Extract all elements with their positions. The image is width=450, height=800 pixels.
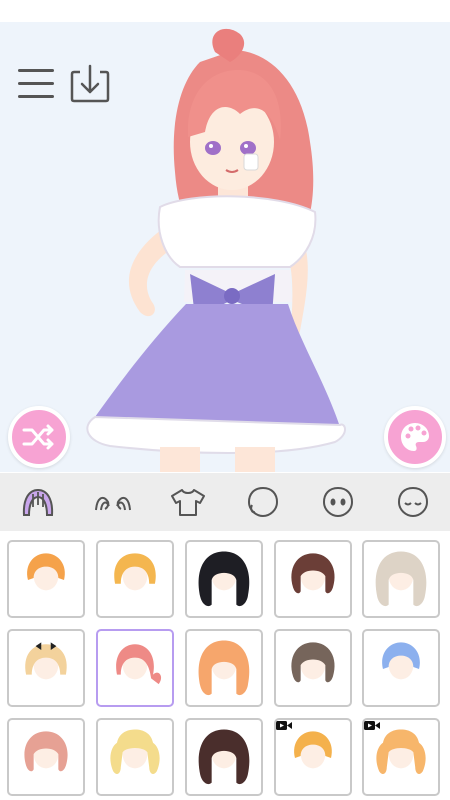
hair-thumbnail	[198, 640, 250, 696]
hair-option-tile[interactable]	[362, 629, 440, 707]
shuffle-icon	[22, 424, 54, 450]
category-tab-bar	[0, 473, 450, 531]
video-ad-icon	[364, 721, 380, 730]
hair-thumbnail	[376, 729, 426, 775]
hair-thumbnail	[291, 553, 335, 594]
download-button[interactable]	[68, 62, 112, 106]
hair-option-tile[interactable]	[7, 540, 85, 618]
shirt-icon	[170, 489, 205, 516]
hair-option-tile[interactable]	[96, 629, 174, 707]
tab-hair[interactable]	[8, 473, 68, 531]
hair-option-tile[interactable]	[96, 718, 174, 796]
hair-thumbnail	[198, 729, 250, 785]
hair-option-tile[interactable]	[274, 718, 352, 796]
video-ad-icon	[276, 721, 292, 730]
tab-face-shape[interactable]	[233, 473, 293, 531]
menu-icon	[18, 69, 54, 98]
hair-thumbnail	[294, 731, 332, 769]
hair-option-tile[interactable]	[7, 718, 85, 796]
hair-thumbnail	[27, 553, 65, 591]
tab-head[interactable]	[383, 473, 443, 531]
hair-thumbnail	[375, 551, 427, 607]
hair-options-grid	[7, 540, 443, 800]
hair-thumbnail	[114, 553, 156, 591]
hair-option-tile[interactable]	[7, 629, 85, 707]
face-icon	[322, 486, 353, 518]
download-icon	[70, 64, 110, 103]
hair-option-tile[interactable]	[185, 629, 263, 707]
hair-thumbnail	[198, 551, 250, 607]
hair-thumbnail	[116, 644, 162, 685]
head-icon	[397, 486, 428, 518]
hair-icon	[22, 488, 53, 516]
hair-thumbnail	[24, 731, 68, 772]
palette-button[interactable]	[384, 406, 446, 468]
face-shape-icon	[247, 486, 278, 518]
hair-option-tile[interactable]	[96, 540, 174, 618]
tab-clothes[interactable]	[158, 473, 218, 531]
hair-option-tile[interactable]	[274, 540, 352, 618]
hair-option-tile[interactable]	[362, 718, 440, 796]
hair-thumbnail	[110, 729, 160, 775]
tab-eyebrows[interactable]	[83, 473, 143, 531]
hair-option-tile[interactable]	[362, 540, 440, 618]
hair-thumbnail	[382, 642, 420, 680]
hair-thumbnail	[25, 642, 67, 680]
status-bar	[0, 0, 450, 22]
shuffle-button[interactable]	[8, 406, 70, 468]
tab-face[interactable]	[308, 473, 368, 531]
hair-option-tile[interactable]	[185, 718, 263, 796]
avatar-canvas	[0, 22, 450, 472]
hair-option-tile[interactable]	[274, 629, 352, 707]
palette-icon	[401, 423, 429, 451]
hair-option-tile[interactable]	[185, 540, 263, 618]
eyebrows-icon	[94, 496, 131, 511]
menu-button[interactable]	[14, 62, 58, 106]
hair-thumbnail	[291, 642, 335, 683]
